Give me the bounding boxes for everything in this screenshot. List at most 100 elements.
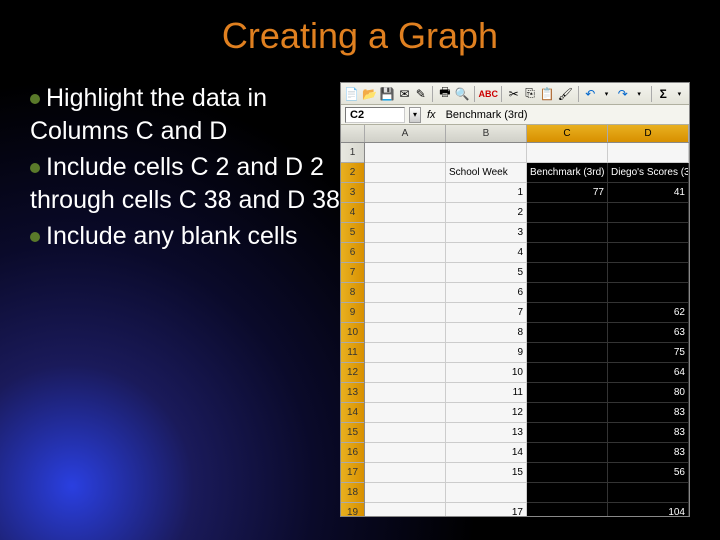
formula-value[interactable]: Benchmark (3rd) [442,108,689,122]
cell[interactable] [608,283,689,303]
cell[interactable] [527,223,608,243]
cell[interactable] [365,163,446,183]
row-header[interactable]: 8 [341,283,364,303]
name-box-dropdown-icon[interactable]: ▾ [409,107,421,123]
cell[interactable]: 5 [446,263,527,283]
row-header[interactable]: 19 [341,503,364,517]
cell[interactable]: 15 [446,463,527,483]
copy-icon[interactable]: ⎘ [523,86,536,102]
row-header[interactable]: 1 [341,143,364,163]
cell[interactable]: 3 [446,223,527,243]
dropdown-icon[interactable]: ▾ [673,86,686,102]
redo-icon[interactable]: ↷ [616,86,629,102]
cell[interactable]: 75 [608,343,689,363]
cell[interactable] [365,463,446,483]
cell[interactable] [365,223,446,243]
cell[interactable]: 17 [446,503,527,517]
edit-icon[interactable]: ✎ [414,86,427,102]
row-header[interactable]: 6 [341,243,364,263]
cell[interactable] [527,403,608,423]
row-header[interactable]: 12 [341,363,364,383]
cell[interactable] [527,363,608,383]
cell[interactable] [446,143,527,163]
cell[interactable]: 11 [446,383,527,403]
cell[interactable] [527,283,608,303]
dropdown-icon[interactable]: ▾ [600,86,613,102]
row-header[interactable]: 7 [341,263,364,283]
spell-icon[interactable]: ABC [480,86,496,102]
cell[interactable]: 77 [527,183,608,203]
cell[interactable] [365,203,446,223]
cell[interactable] [365,503,446,517]
cut-icon[interactable]: ✂ [507,86,520,102]
paste-icon[interactable]: 📋 [540,86,555,102]
row-header[interactable]: 16 [341,443,364,463]
cell[interactable]: 56 [608,463,689,483]
cell[interactable] [527,263,608,283]
cell[interactable]: 2 [446,203,527,223]
row-header[interactable]: 14 [341,403,364,423]
cell[interactable]: 9 [446,343,527,363]
cell[interactable]: 83 [608,443,689,463]
cell[interactable]: 4 [446,243,527,263]
cell[interactable] [527,463,608,483]
cell[interactable] [608,263,689,283]
brush-icon[interactable]: 🖌 [558,86,573,102]
cell[interactable]: 83 [608,403,689,423]
select-all-corner[interactable] [341,125,365,142]
cell[interactable]: 63 [608,323,689,343]
fx-label[interactable]: fx [427,109,436,121]
sum-icon[interactable]: Σ [657,86,670,102]
row-header[interactable]: 13 [341,383,364,403]
cell[interactable] [527,303,608,323]
preview-icon[interactable]: 🔍 [454,86,469,102]
undo-icon[interactable]: ↶ [584,86,597,102]
cell[interactable] [527,143,608,163]
cell[interactable] [365,243,446,263]
cell[interactable] [365,183,446,203]
row-header[interactable]: 15 [341,423,364,443]
row-header[interactable]: 3 [341,183,364,203]
cell[interactable]: 12 [446,403,527,423]
cell[interactable]: 64 [608,363,689,383]
cell[interactable] [527,203,608,223]
cell[interactable] [365,443,446,463]
cell[interactable] [446,483,527,503]
row-header[interactable]: 2 [341,163,364,183]
cell[interactable] [527,443,608,463]
column-header-b[interactable]: B [446,125,527,142]
mail-icon[interactable]: ✉ [398,86,411,102]
cell[interactable] [365,143,446,163]
column-header-a[interactable]: A [365,125,446,142]
cell[interactable]: 6 [446,283,527,303]
cell[interactable] [608,143,689,163]
row-header[interactable]: 11 [341,343,364,363]
column-header-c[interactable]: C [527,125,608,142]
cell[interactable] [608,203,689,223]
cell[interactable]: School Week [446,163,527,183]
print-icon[interactable]: 🖶 [438,86,451,102]
cell[interactable] [365,483,446,503]
cell[interactable]: 80 [608,383,689,403]
cell[interactable] [365,363,446,383]
cell[interactable] [608,483,689,503]
cell[interactable] [527,343,608,363]
row-header[interactable]: 10 [341,323,364,343]
row-header[interactable]: 9 [341,303,364,323]
cell[interactable]: 41 [608,183,689,203]
row-header[interactable]: 5 [341,223,364,243]
cell[interactable]: Diego's Scores (3rd) [608,163,689,183]
cell[interactable]: 1 [446,183,527,203]
row-header[interactable]: 4 [341,203,364,223]
cell[interactable] [365,383,446,403]
cell[interactable] [608,223,689,243]
cell[interactable]: Benchmark (3rd) [527,163,608,183]
cell[interactable] [365,303,446,323]
cell[interactable]: 83 [608,423,689,443]
cell[interactable] [365,323,446,343]
new-doc-icon[interactable]: 📄 [344,86,359,102]
row-header[interactable]: 18 [341,483,364,503]
cell[interactable] [527,383,608,403]
cell[interactable]: 10 [446,363,527,383]
cell[interactable]: 14 [446,443,527,463]
